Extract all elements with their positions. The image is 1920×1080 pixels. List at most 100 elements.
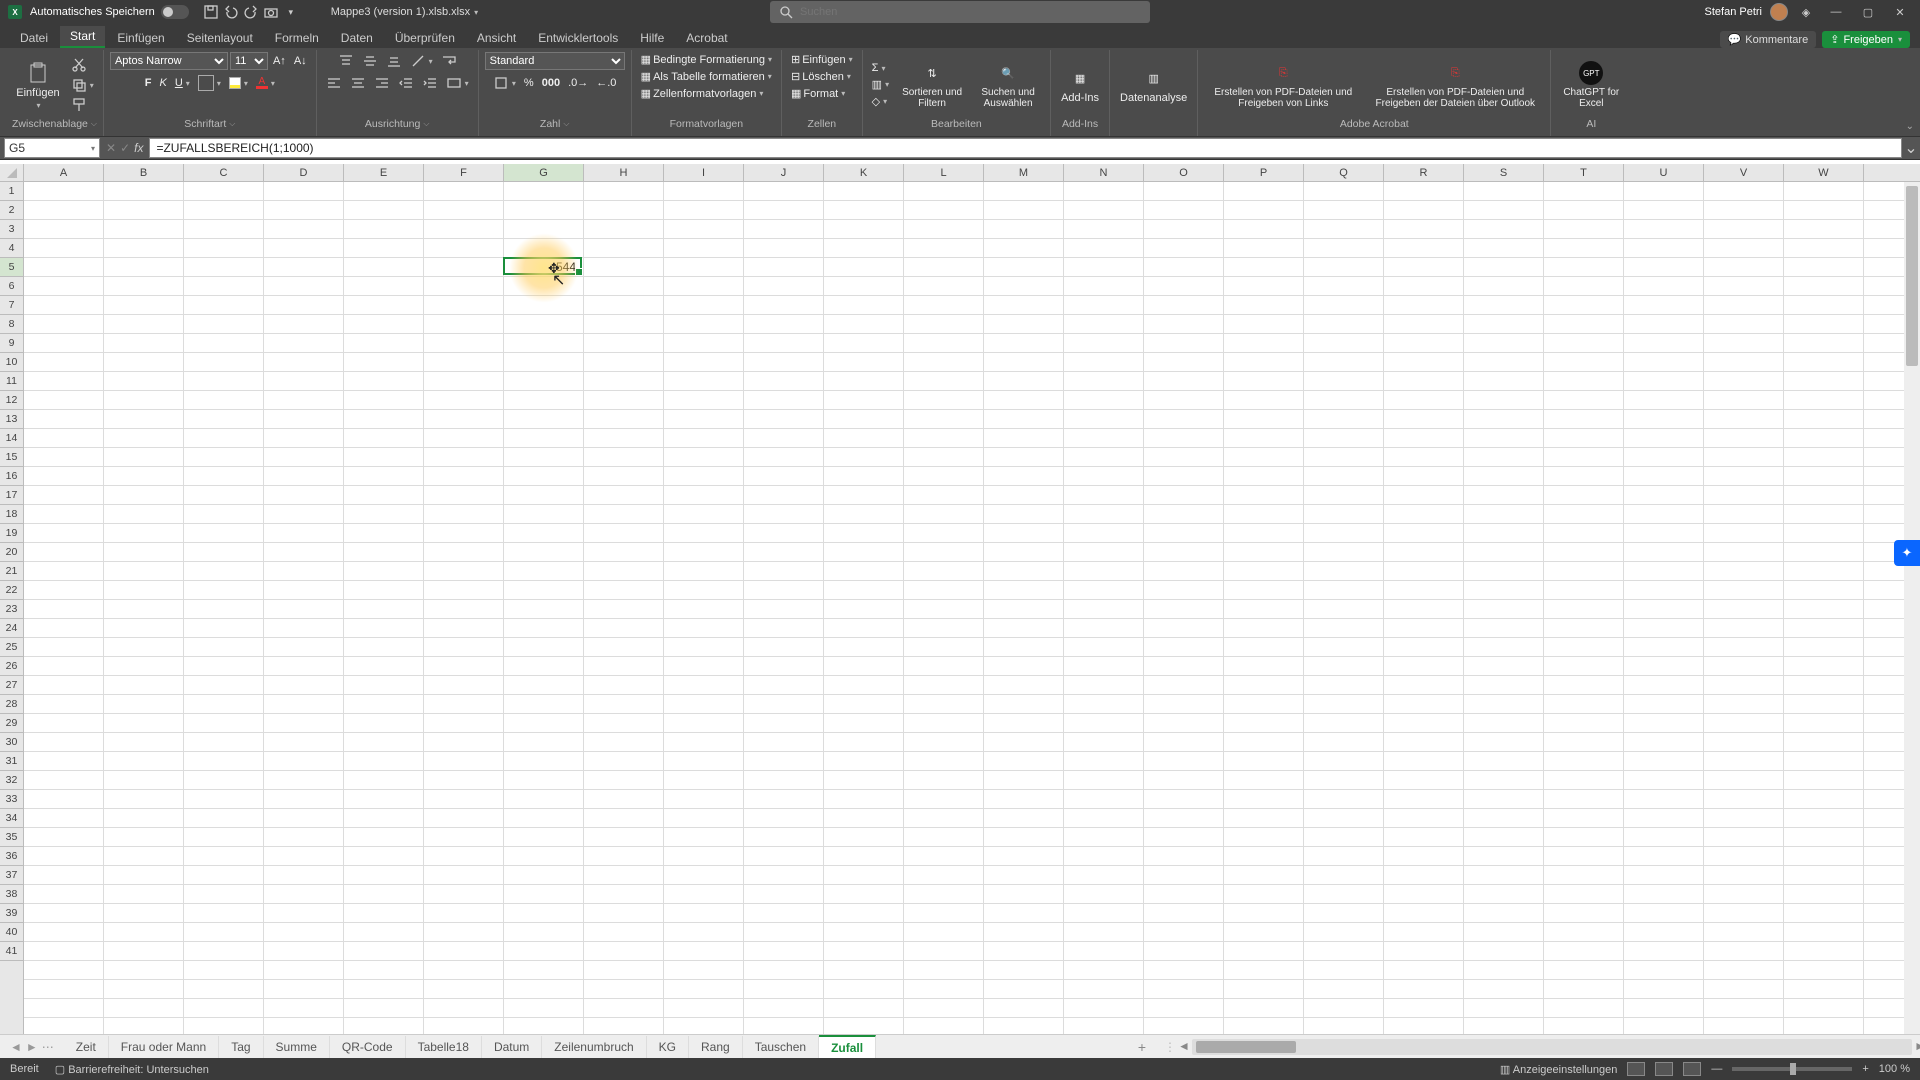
- underline-button[interactable]: U▾: [172, 76, 193, 90]
- row-header[interactable]: 24: [0, 619, 23, 638]
- sheet-tab[interactable]: Tag: [219, 1036, 263, 1058]
- ribbon-tab-hilfe[interactable]: Hilfe: [630, 28, 674, 48]
- row-header[interactable]: 14: [0, 429, 23, 448]
- camera-icon[interactable]: [261, 2, 281, 22]
- comma-button[interactable]: 000: [539, 76, 563, 90]
- cells-area[interactable]: 544 ✥↖: [24, 182, 1920, 1058]
- align-top-button[interactable]: [335, 52, 357, 70]
- clear-button[interactable]: ◇▾: [869, 94, 892, 109]
- chatgpt-button[interactable]: GPTChatGPT for Excel: [1557, 61, 1625, 109]
- zoom-out-button[interactable]: —: [1711, 1063, 1722, 1075]
- row-header[interactable]: 39: [0, 904, 23, 923]
- create-pdf-outlook-button[interactable]: ⎘Erstellen von PDF-Dateien und Freigeben…: [1366, 61, 1544, 109]
- cancel-formula-icon[interactable]: ✕: [106, 141, 116, 155]
- row-header[interactable]: 38: [0, 885, 23, 904]
- column-header[interactable]: G: [504, 164, 584, 181]
- sheet-tab[interactable]: Tauschen: [743, 1036, 819, 1058]
- font-color-button[interactable]: A▾: [253, 76, 278, 90]
- user-avatar[interactable]: [1770, 3, 1788, 21]
- page-layout-view-button[interactable]: [1655, 1062, 1673, 1076]
- row-header[interactable]: 37: [0, 866, 23, 885]
- zoom-level[interactable]: 100 %: [1879, 1063, 1910, 1075]
- column-header[interactable]: U: [1624, 164, 1704, 181]
- column-header[interactable]: I: [664, 164, 744, 181]
- ribbon-tab-seitenlayout[interactable]: Seitenlayout: [177, 28, 263, 48]
- column-header[interactable]: F: [424, 164, 504, 181]
- row-header[interactable]: 20: [0, 543, 23, 562]
- column-header[interactable]: B: [104, 164, 184, 181]
- maximize-button[interactable]: ▢: [1856, 2, 1880, 22]
- vertical-scrollbar[interactable]: [1904, 182, 1920, 1034]
- minimize-button[interactable]: —: [1824, 2, 1848, 22]
- ribbon-tab-entwicklertools[interactable]: Entwicklertools: [528, 28, 628, 48]
- sheet-tab[interactable]: Summe: [264, 1036, 330, 1058]
- copy-button[interactable]: ▾: [68, 76, 97, 94]
- filename[interactable]: Mappe3 (version 1).xlsb.xlsx ▾: [331, 6, 478, 18]
- column-header[interactable]: E: [344, 164, 424, 181]
- autosave-toggle[interactable]: Automatisches Speichern: [30, 5, 189, 19]
- cell-styles-button[interactable]: ▦ Zellenformatvorlagen▾: [638, 86, 767, 101]
- column-header[interactable]: S: [1464, 164, 1544, 181]
- ribbon-tab-acrobat[interactable]: Acrobat: [676, 28, 737, 48]
- formula-expand-icon[interactable]: ⌄: [1902, 138, 1920, 158]
- sheet-tab[interactable]: Zeilenumbruch: [542, 1036, 646, 1058]
- share-button[interactable]: ⇪ Freigeben ▾: [1822, 31, 1910, 48]
- accessibility-status[interactable]: ▢ Barrierefreiheit: Untersuchen: [55, 1063, 209, 1076]
- bold-button[interactable]: F: [142, 76, 155, 90]
- row-header[interactable]: 3: [0, 220, 23, 239]
- row-header[interactable]: 18: [0, 505, 23, 524]
- decrease-decimal-button[interactable]: ←.0: [593, 76, 619, 90]
- fill-color-button[interactable]: ▾: [226, 76, 251, 90]
- orientation-button[interactable]: ▾: [407, 52, 436, 70]
- row-header[interactable]: 6: [0, 277, 23, 296]
- delete-cells-button[interactable]: ⊟ Löschen▾: [788, 69, 854, 84]
- search-input[interactable]: [800, 6, 1142, 18]
- insert-cells-button[interactable]: ⊞ Einfügen▾: [788, 52, 856, 67]
- paste-button[interactable]: Einfügen ▾: [12, 61, 63, 110]
- sheet-tab[interactable]: Datum: [482, 1036, 542, 1058]
- row-header[interactable]: 22: [0, 581, 23, 600]
- ribbon-collapse-button[interactable]: ⌄: [1906, 121, 1914, 132]
- fill-button[interactable]: ▥▾: [869, 77, 892, 92]
- hscroll-left[interactable]: ◄: [1178, 1039, 1190, 1053]
- selected-cell[interactable]: 544: [503, 257, 582, 275]
- search-box[interactable]: [770, 1, 1150, 23]
- column-header[interactable]: H: [584, 164, 664, 181]
- column-header[interactable]: T: [1544, 164, 1624, 181]
- row-header[interactable]: 17: [0, 486, 23, 505]
- decrease-indent-button[interactable]: [395, 74, 417, 92]
- autosum-button[interactable]: Σ▾: [869, 61, 892, 75]
- add-sheet-button[interactable]: +: [1128, 1039, 1156, 1055]
- row-header[interactable]: 5: [0, 258, 23, 277]
- row-header[interactable]: 31: [0, 752, 23, 771]
- horizontal-scrollbar[interactable]: ◄ ►: [1192, 1039, 1912, 1055]
- row-header[interactable]: 9: [0, 334, 23, 353]
- row-header[interactable]: 41: [0, 942, 23, 961]
- sheet-tab[interactable]: Zeit: [64, 1036, 109, 1058]
- row-header[interactable]: 2: [0, 201, 23, 220]
- conditional-formatting-button[interactable]: ▦ Bedingte Formatierung▾: [638, 52, 775, 67]
- redo-icon[interactable]: [241, 2, 261, 22]
- ribbon-tab-überprüfen[interactable]: Überprüfen: [385, 28, 465, 48]
- row-header[interactable]: 16: [0, 467, 23, 486]
- align-center-button[interactable]: [347, 74, 369, 92]
- select-all-corner[interactable]: [0, 164, 24, 181]
- merge-button[interactable]: ▾: [443, 74, 472, 92]
- row-header[interactable]: 11: [0, 372, 23, 391]
- row-header[interactable]: 15: [0, 448, 23, 467]
- row-header[interactable]: 29: [0, 714, 23, 733]
- column-header[interactable]: M: [984, 164, 1064, 181]
- column-header[interactable]: K: [824, 164, 904, 181]
- comments-button[interactable]: 💬 Kommentare: [1720, 31, 1817, 48]
- font-name-select[interactable]: Aptos Narrow: [110, 52, 228, 70]
- normal-view-button[interactable]: [1627, 1062, 1645, 1076]
- row-header[interactable]: 33: [0, 790, 23, 809]
- row-header[interactable]: 1: [0, 182, 23, 201]
- row-header[interactable]: 8: [0, 315, 23, 334]
- ribbon-tab-formeln[interactable]: Formeln: [265, 28, 329, 48]
- sheet-nav-prev[interactable]: ◄: [10, 1040, 22, 1054]
- row-header[interactable]: 30: [0, 733, 23, 752]
- sheet-tab[interactable]: Zufall: [819, 1035, 876, 1059]
- row-header[interactable]: 19: [0, 524, 23, 543]
- create-pdf-link-button[interactable]: ⎘Erstellen von PDF-Dateien und Freigeben…: [1204, 61, 1362, 109]
